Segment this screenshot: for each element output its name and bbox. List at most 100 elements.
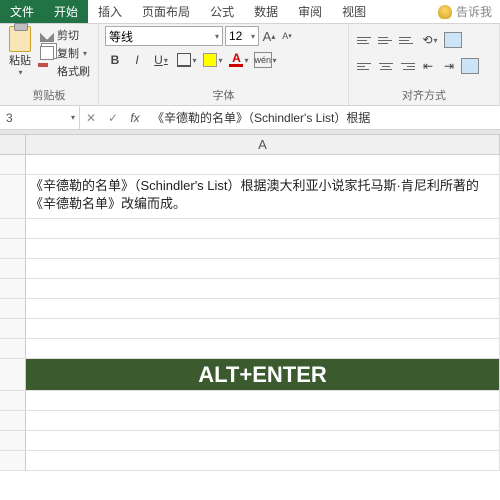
group-label-font: 字体 [105, 85, 342, 105]
cell[interactable] [26, 431, 500, 450]
align-right-icon [399, 59, 415, 73]
row: ALT+ENTER [0, 359, 500, 391]
align-left-button[interactable] [355, 56, 375, 76]
merge-button[interactable] [460, 56, 480, 76]
align-middle-icon [378, 33, 394, 47]
copy-icon [40, 46, 54, 60]
tell-me[interactable]: 告诉我 [430, 0, 500, 23]
cell[interactable] [26, 259, 500, 278]
decrease-font-button[interactable]: A▾ [279, 27, 295, 45]
formula-input[interactable]: 《辛德勒的名单》（Schindler's List）根据 [146, 106, 500, 129]
fill-icon [203, 53, 217, 67]
row-header[interactable] [0, 431, 26, 450]
row-header[interactable] [0, 259, 26, 278]
row-header[interactable] [0, 451, 26, 470]
scissors-icon [40, 28, 54, 42]
cell[interactable] [26, 219, 500, 238]
row-header[interactable] [0, 411, 26, 430]
fill-color-button[interactable]: ▾ [201, 50, 225, 70]
paste-button[interactable]: 粘贴 ▾ [6, 26, 34, 77]
group-clipboard: 粘贴 ▾ 剪切 复制▾ 格式刷 剪贴板 [0, 24, 99, 105]
select-all-corner[interactable] [0, 135, 26, 154]
border-button[interactable]: ▾ [175, 50, 199, 70]
align-middle-button[interactable] [376, 30, 396, 50]
tell-me-label: 告诉我 [456, 3, 492, 20]
align-top-button[interactable] [355, 30, 375, 50]
align-center-icon [378, 59, 394, 73]
row [0, 279, 500, 299]
row [0, 431, 500, 451]
font-color-icon: A [229, 53, 243, 67]
name-box[interactable]: 3▾ [0, 106, 80, 129]
increase-font-button[interactable]: A▴ [261, 27, 277, 45]
phonetic-button[interactable]: wén▾ [253, 50, 277, 70]
copy-button[interactable]: 复制▾ [38, 44, 92, 62]
cell[interactable] [26, 279, 500, 298]
cell[interactable] [26, 239, 500, 258]
increase-indent-button[interactable]: ⇥ [439, 56, 459, 76]
border-icon [177, 53, 191, 67]
row [0, 155, 500, 175]
cell[interactable] [26, 339, 500, 358]
row [0, 219, 500, 239]
cut-button[interactable]: 剪切 [38, 26, 92, 44]
decrease-indent-button[interactable]: ⇤ [418, 56, 438, 76]
tab-file[interactable]: 文件 [0, 0, 44, 23]
tab-data[interactable]: 数据 [244, 0, 288, 23]
cancel-edit-button[interactable]: ✕ [80, 111, 102, 125]
row [0, 451, 500, 471]
orientation-button[interactable]: ⟲▾ [418, 30, 442, 50]
align-left-icon [357, 59, 373, 73]
tab-page-layout[interactable]: 页面布局 [132, 0, 200, 23]
row-header[interactable] [0, 391, 26, 410]
cell[interactable] [26, 299, 500, 318]
cell[interactable] [26, 319, 500, 338]
italic-button[interactable]: I [127, 50, 147, 70]
align-top-icon [357, 33, 373, 47]
tab-insert[interactable]: 插入 [88, 0, 132, 23]
row: 《辛德勒的名单》（Schindler's List）根据澳大利亚小说家托马斯·肯… [0, 175, 500, 219]
row-header[interactable] [0, 175, 26, 218]
cell[interactable] [26, 155, 500, 174]
row-header[interactable] [0, 319, 26, 338]
row-header[interactable] [0, 239, 26, 258]
row-header[interactable] [0, 279, 26, 298]
cell-content[interactable]: 《辛德勒的名单》（Schindler's List）根据澳大利亚小说家托马斯·肯… [26, 175, 500, 218]
tab-formulas[interactable]: 公式 [200, 0, 244, 23]
format-painter-button[interactable]: 格式刷 [38, 62, 92, 80]
row [0, 391, 500, 411]
row-header[interactable] [0, 155, 26, 174]
cell[interactable] [26, 451, 500, 470]
bulb-icon [438, 5, 452, 19]
row-header[interactable] [0, 359, 26, 390]
font-size-select[interactable]: 12▾ [225, 26, 259, 46]
row-header[interactable] [0, 219, 26, 238]
align-right-button[interactable] [397, 56, 417, 76]
brush-icon [40, 64, 54, 78]
row [0, 411, 500, 431]
row-header[interactable] [0, 339, 26, 358]
align-center-button[interactable] [376, 56, 396, 76]
bold-button[interactable]: B [105, 50, 125, 70]
underline-button[interactable]: U▾ [149, 50, 173, 70]
font-name-select[interactable]: 等线▾ [105, 26, 223, 46]
insert-function-button[interactable]: fx [124, 111, 146, 125]
cell[interactable] [26, 411, 500, 430]
ribbon: 粘贴 ▾ 剪切 复制▾ 格式刷 剪贴板 等线▾ 12▾ A▴ A▾ B I U▾ [0, 24, 500, 106]
column-header-a[interactable]: A [26, 135, 500, 154]
tab-home[interactable]: 开始 [44, 0, 88, 23]
align-bottom-icon [399, 33, 415, 47]
wrap-text-button[interactable] [443, 30, 463, 50]
wrap-icon [444, 32, 462, 48]
row-header[interactable] [0, 299, 26, 318]
row [0, 339, 500, 359]
cell[interactable] [26, 391, 500, 410]
formula-bar: 3▾ ✕ ✓ fx 《辛德勒的名单》（Schindler's List）根据 [0, 106, 500, 130]
confirm-edit-button[interactable]: ✓ [102, 111, 124, 125]
font-color-button[interactable]: A▾ [227, 50, 251, 70]
tab-review[interactable]: 审阅 [288, 0, 332, 23]
align-bottom-button[interactable] [397, 30, 417, 50]
merge-icon [461, 58, 479, 74]
banner-cell[interactable]: ALT+ENTER [26, 359, 500, 390]
tab-view[interactable]: 视图 [332, 0, 376, 23]
